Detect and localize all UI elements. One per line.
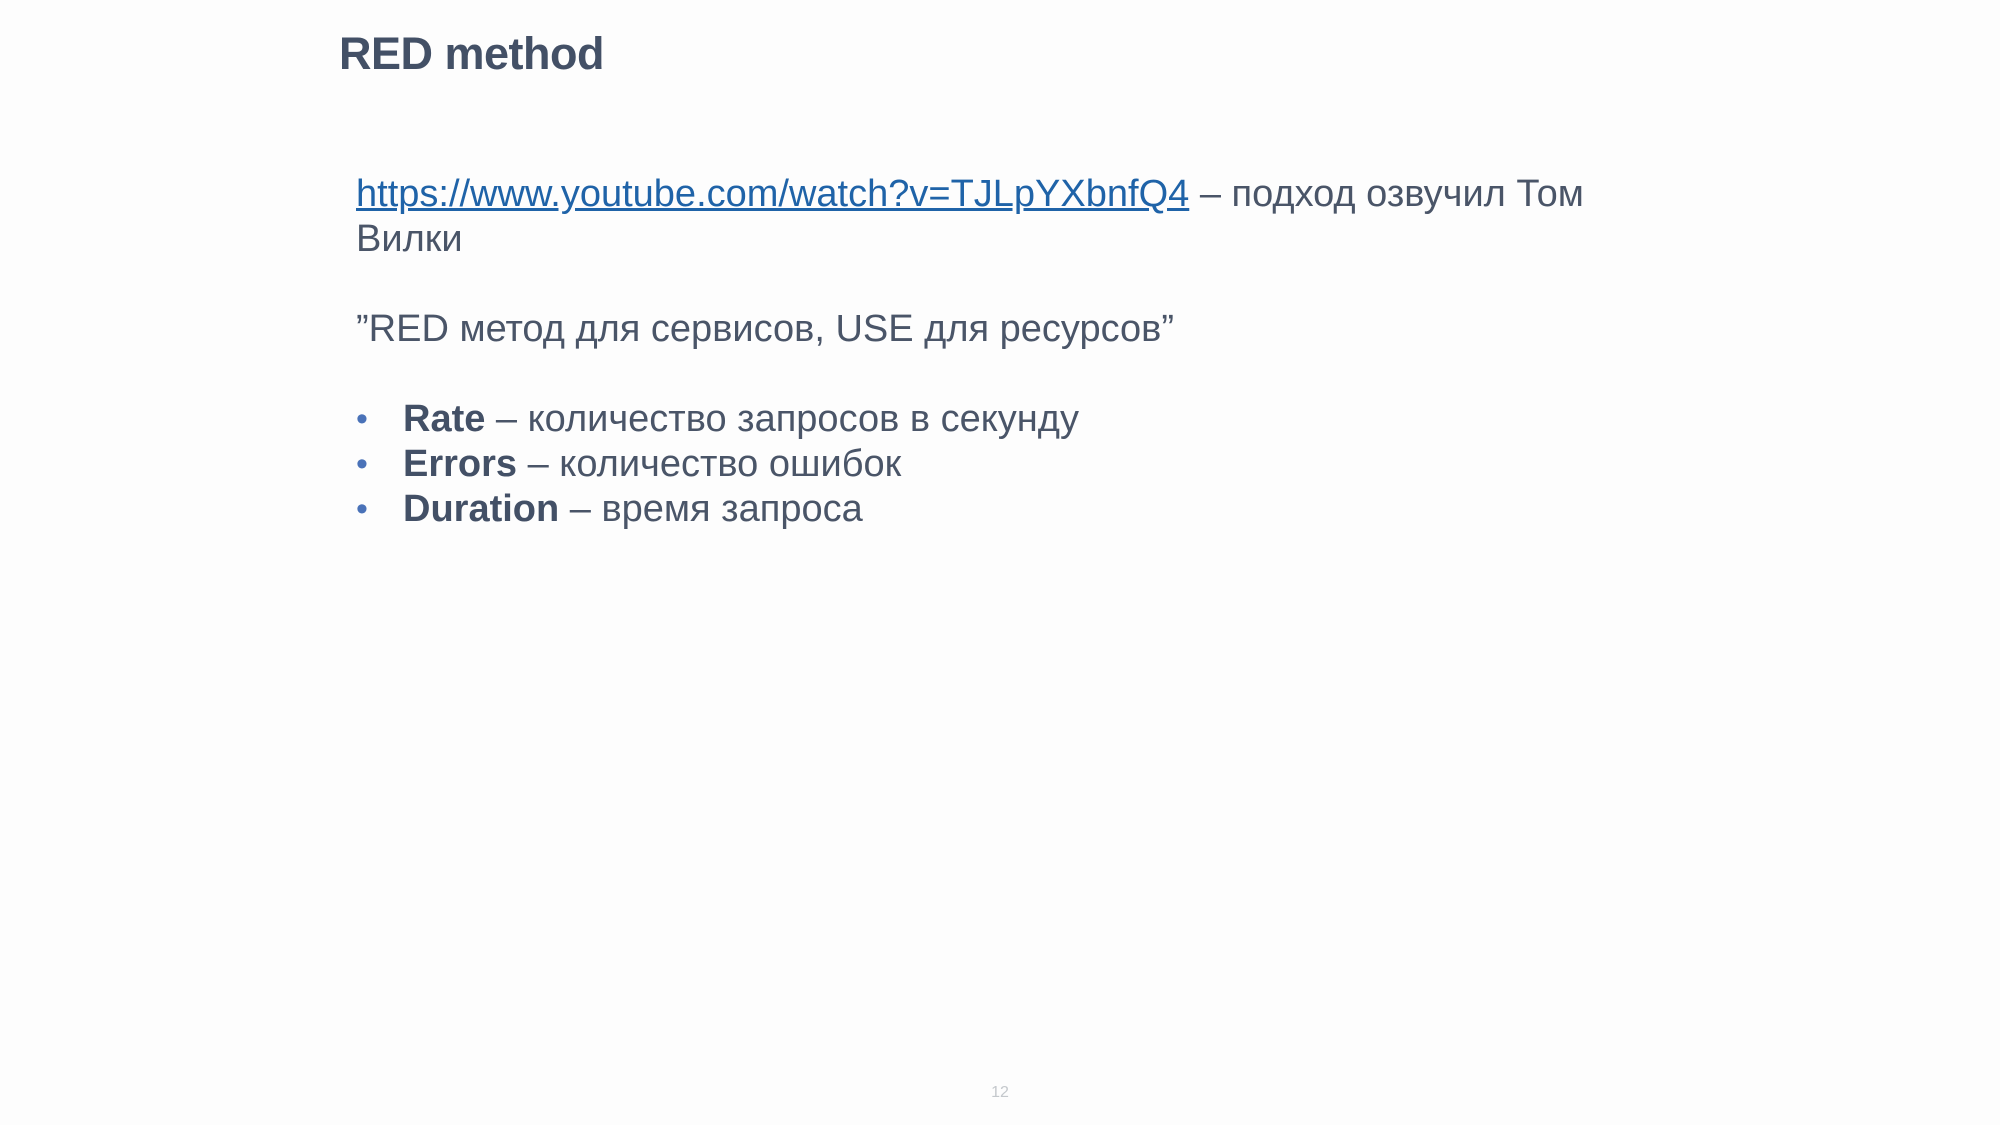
slide-title: RED method [339, 28, 605, 79]
bullet-dot-icon: • [356, 490, 368, 528]
bullet-dot-icon: • [356, 445, 368, 483]
bullet-term: Rate [403, 398, 486, 440]
bullet-dot-icon: • [356, 400, 368, 438]
bullet-description: – количество ошибок [517, 443, 902, 485]
bullet-list: • Rate – количество запросов в секунду • E… [356, 397, 1656, 532]
intro-paragraph: https://www.youtube.com/watch?v=TJLpYXbn… [356, 172, 1656, 262]
bullet-term: Duration [403, 488, 560, 530]
bullet-item-duration: • Duration – время запроса [356, 487, 1656, 532]
quote-text: ”RED метод для сервисов, USE для ресурсо… [356, 308, 1175, 350]
bullet-term: Errors [403, 443, 518, 485]
bullet-description: – количество запросов в секунду [485, 398, 1079, 440]
youtube-link[interactable]: https://www.youtube.com/watch?v=TJLpYXbn… [356, 173, 1189, 215]
bullet-item-rate: • Rate – количество запросов в секунду [356, 397, 1656, 442]
bullet-item-errors: • Errors – количество ошибок [356, 442, 1656, 487]
bullet-description: – время запроса [559, 488, 863, 530]
slide-content: https://www.youtube.com/watch?v=TJLpYXbn… [356, 172, 1656, 532]
page-number: 12 [991, 1084, 1009, 1101]
slide: RED method https://www.youtube.com/watch… [0, 0, 2000, 1125]
